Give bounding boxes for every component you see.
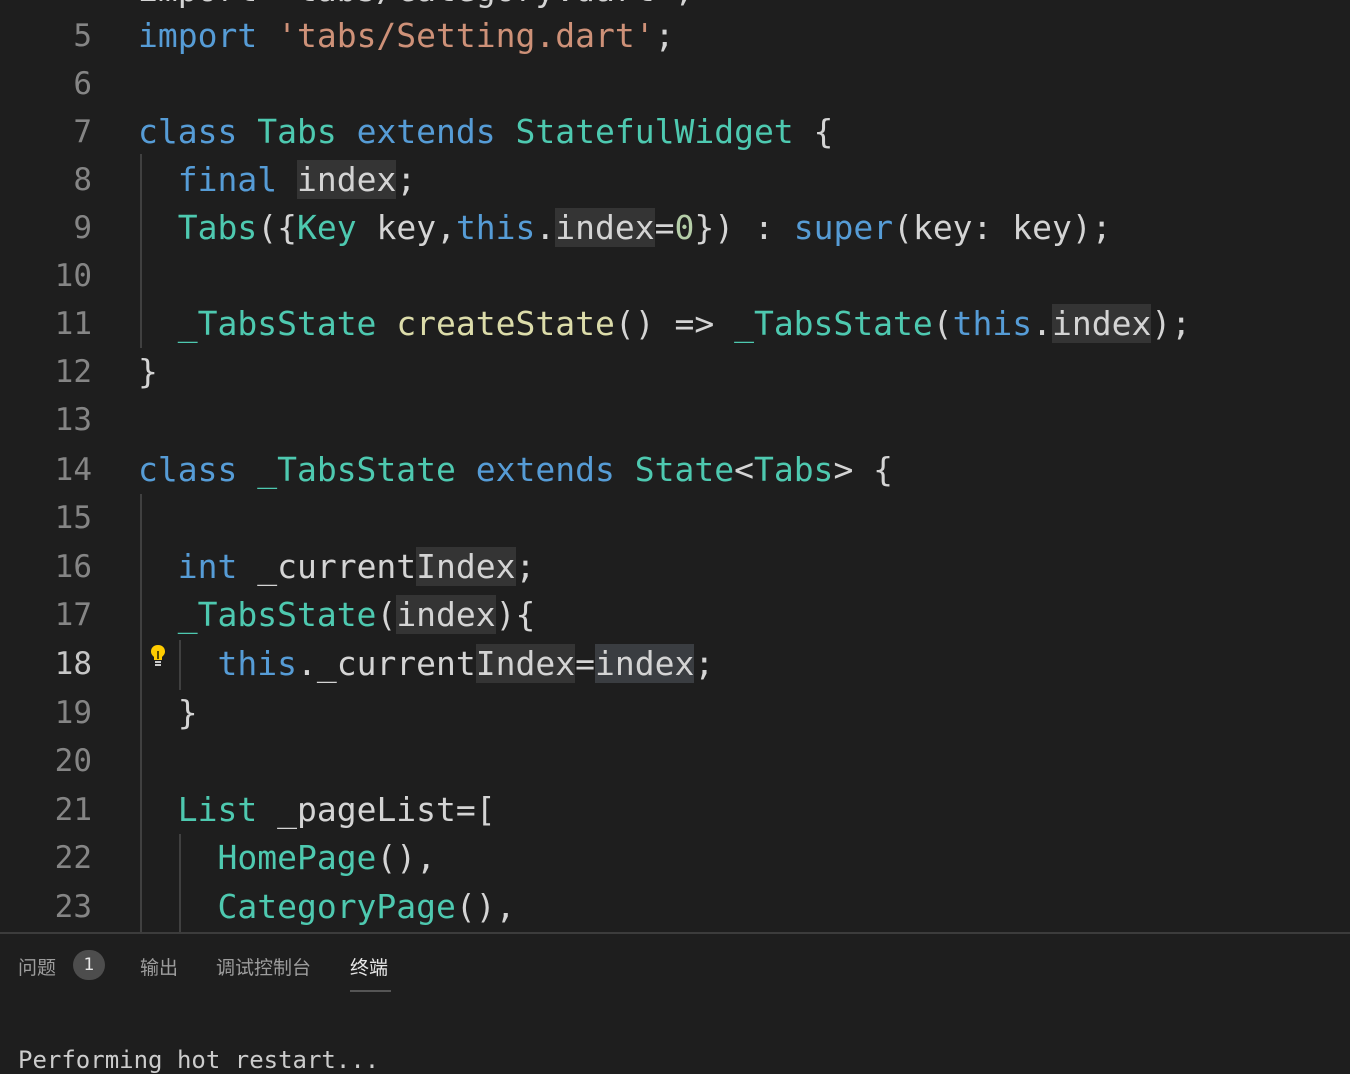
tab-terminal[interactable]: 终端 [350,954,388,982]
line-content[interactable]: class _TabsState extends State<Tabs> { [138,446,893,494]
line-number: 8 [73,162,92,198]
bottom-panel: 问题 输出 调试控制台 终端 [0,932,1350,1062]
line-number: 5 [73,18,92,54]
line-content[interactable]: _TabsState createState() => _TabsState(t… [138,300,1191,348]
line-number: 20 [54,743,92,779]
code-line[interactable]: 8 final index; [0,156,1350,204]
code-line[interactable]: 20 [0,737,1350,785]
line-number: 11 [54,306,92,342]
code-line[interactable]: 6 [0,60,1350,108]
code-line[interactable]: 10 [0,252,1350,300]
line-content[interactable]: final index; [138,156,416,204]
code-line[interactable]: 21 List _pageList=[ [0,786,1350,834]
code-editor[interactable]: import 'tabs/Category.dart'; 5 import 't… [0,0,1350,932]
terminal-output-line: Performing hot restart... [18,1046,380,1074]
line-number: 21 [54,792,92,828]
line-content[interactable]: List _pageList=[ [138,786,496,834]
tab-problems[interactable]: 问题 [18,954,56,982]
line-content[interactable]: import 'tabs/Setting.dart'; [138,12,674,60]
code-line[interactable]: 16 int _currentIndex; [0,543,1350,591]
line-content[interactable]: int _currentIndex; [138,543,535,591]
tab-output[interactable]: 输出 [140,954,178,982]
code-line[interactable]: 7 class Tabs extends StatefulWidget { [0,108,1350,156]
line-number: 19 [54,695,92,731]
code-line[interactable]: 23 CategoryPage(), [0,883,1350,931]
line-number: 22 [54,840,92,876]
line-content[interactable]: _TabsState(index){ [138,591,535,639]
active-tab-indicator [350,990,391,992]
code-line[interactable]: 17 _TabsState(index){ [0,591,1350,639]
line-content[interactable]: class Tabs extends StatefulWidget { [138,108,833,156]
line-number: 15 [54,500,92,536]
line-content[interactable]: } [138,689,198,737]
line-number: 18 [54,646,92,682]
code-line[interactable]: 5 import 'tabs/Setting.dart'; [0,12,1350,60]
line-content[interactable]: } [138,348,158,396]
code-line[interactable]: 9 Tabs({Key key,this.index=0}) : super(k… [0,204,1350,252]
code-line[interactable]: 15 [0,494,1350,542]
line-number: 17 [54,597,92,633]
line-content[interactable]: CategoryPage(), [138,883,515,931]
line-number: 16 [54,549,92,585]
line-content[interactable]: this._currentIndex=index; [138,640,714,688]
line-number: 12 [54,354,92,390]
code-line[interactable]: 22 HomePage(), [0,834,1350,882]
line-number: 6 [73,66,92,102]
lightbulb-icon[interactable] [150,644,166,668]
code-line[interactable]: 11 _TabsState createState() => _TabsStat… [0,300,1350,348]
line-number: 14 [54,452,92,488]
line-number: 23 [54,889,92,925]
code-line[interactable]: 19 } [0,689,1350,737]
line-content[interactable]: HomePage(), [138,834,436,882]
line-number: 10 [54,258,92,294]
code-line[interactable]: 12 } [0,348,1350,396]
tab-debug-console[interactable]: 调试控制台 [216,954,311,982]
line-number: 7 [73,114,92,150]
line-number: 9 [73,210,92,246]
code-line[interactable]: 14 class _TabsState extends State<Tabs> … [0,446,1350,494]
line-number: 13 [54,402,92,438]
problems-count-badge: 1 [73,950,105,980]
line-content[interactable]: Tabs({Key key,this.index=0}) : super(key… [138,204,1112,252]
code-line-active[interactable]: 18 this._currentIndex=index; [0,640,1350,688]
code-line[interactable]: 13 [0,396,1350,444]
